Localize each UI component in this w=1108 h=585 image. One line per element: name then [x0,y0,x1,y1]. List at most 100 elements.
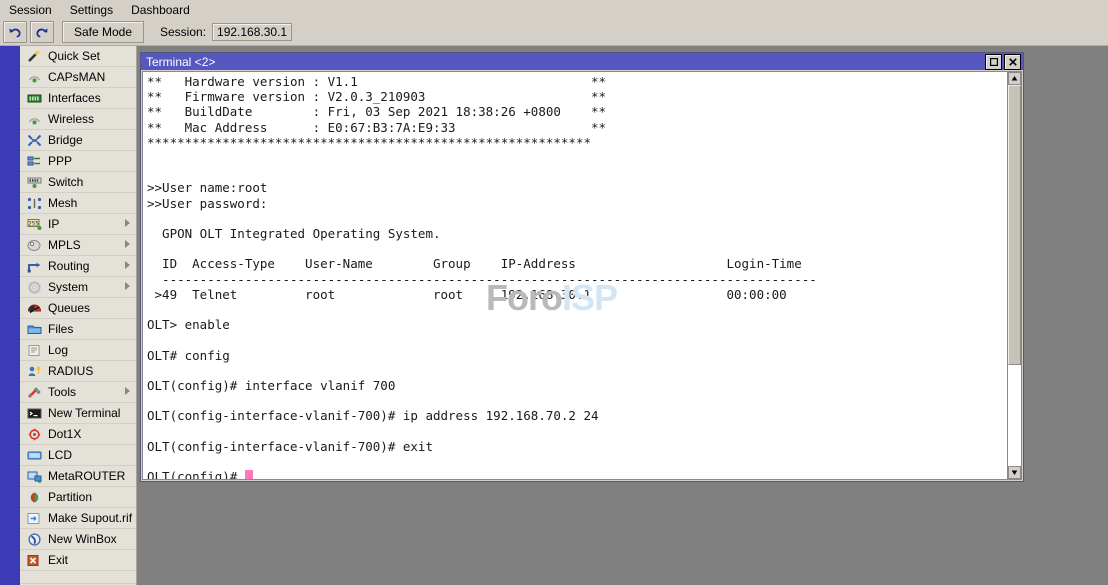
sidebar-item-mpls[interactable]: MPLS [20,235,136,256]
close-icon [1009,58,1017,66]
session-address-field[interactable]: 192.168.30.1 [212,23,292,41]
winbox-icon [27,533,42,546]
scroll-up-button[interactable] [1008,72,1021,85]
supout-icon [27,512,42,525]
sidebar-item-routing[interactable]: Routing [20,256,136,277]
maximize-icon [990,58,998,66]
sidebar-item-label: Queues [48,301,90,315]
terminal-icon [26,406,42,420]
switch-icon [27,176,42,189]
sidebar-menu: Quick Set CAPsMAN Interfaces WirelessBridge… [20,46,137,585]
terminal-output-area[interactable]: ** Hardware version : V1.1 ** ** Firmwar… [142,71,1008,480]
metarouter-icon [26,469,42,483]
sidebar-item-radius[interactable]: RADIUS [20,361,136,382]
sidebar-item-label: RADIUS [48,364,93,378]
sidebar-item-exit[interactable]: Exit [20,550,136,571]
sidebar-item-label: Partition [48,490,92,504]
sidebar-item-wireless[interactable]: Wireless [20,109,136,130]
terminal-window: Terminal <2> ** Hardware version : V1.1 … [140,52,1024,482]
menu-item-session[interactable]: Session [0,1,61,19]
scroll-down-button[interactable] [1008,466,1021,479]
sidebar-item-queues[interactable]: Queues [20,298,136,319]
radius-user-icon [26,364,42,378]
scrollbar-thumb[interactable] [1008,85,1021,365]
terminal-vertical-scrollbar[interactable] [1007,71,1022,480]
sidebar-item-label: Exit [48,553,68,567]
sidebar-item-new-winbox[interactable]: New WinBox [20,529,136,550]
interfaces-icon [27,92,42,105]
sidebar-item-label: Log [48,343,68,357]
sidebar-item-label: Interfaces [48,91,101,105]
lcd-icon [27,449,42,462]
supout-icon [26,511,42,525]
sidebar-item-label: Files [48,322,73,336]
toolbar: Safe Mode Session: 192.168.30.1 [0,19,1108,46]
sidebar-item-system[interactable]: System [20,277,136,298]
sidebar-item-bridge[interactable]: Bridge [20,130,136,151]
terminal-title-text: Terminal <2> [146,55,215,69]
sidebar-item-label: Quick Set [48,49,100,63]
bridge-icon [27,134,42,147]
magic-wand-icon [26,49,42,63]
maximize-button[interactable] [985,54,1002,70]
antenna-icon [27,71,42,84]
sidebar-item-label: System [48,280,88,294]
dot1x-icon [27,428,42,441]
sidebar-item-label: PPP [48,154,72,168]
close-button[interactable] [1004,54,1021,70]
sidebar-item-lcd[interactable]: LCD [20,445,136,466]
sidebar-item-switch[interactable]: Switch [20,172,136,193]
sidebar-item-make-supout-rif[interactable]: Make Supout.rif [20,508,136,529]
queues-icon [27,302,42,315]
sidebar-item-files[interactable]: Files [20,319,136,340]
undo-button[interactable] [3,21,27,43]
exit-icon [26,553,42,567]
sidebar-item-label: MPLS [48,238,81,252]
sidebar-item-label: New WinBox [48,532,117,546]
folder-icon [27,323,42,336]
tools-icon [27,386,42,399]
redo-arrow-icon [35,26,49,39]
sidebar-item-log[interactable]: Log [20,340,136,361]
menu-item-settings[interactable]: Settings [61,1,122,19]
redo-button[interactable] [30,21,54,43]
sidebar-item-new-terminal[interactable]: New Terminal [20,403,136,424]
sidebar-item-label: Dot1X [48,427,81,441]
ppp-icon [27,155,42,168]
ppp-icon [26,154,42,168]
sidebar-item-partition[interactable]: Partition [20,487,136,508]
terminal-text: ** Hardware version : V1.1 ** ** Firmwar… [147,74,817,480]
menu-bar: Session Settings Dashboard [0,0,1108,19]
ip-255-icon: 255 [26,217,42,231]
winbox-icon [26,532,42,546]
log-icon [27,344,42,357]
exit-icon [27,554,42,567]
safe-mode-button[interactable]: Safe Mode [62,21,144,43]
antenna-icon [26,70,42,84]
sidebar-item-mesh[interactable]: Mesh [20,193,136,214]
sidebar-item-quick-set[interactable]: Quick Set [20,46,136,67]
sidebar-item-label: IP [48,217,59,231]
sidebar-item-metarouter[interactable]: MetaROUTER [20,466,136,487]
menu-item-dashboard[interactable]: Dashboard [122,1,199,19]
sidebar-item-ppp[interactable]: PPP [20,151,136,172]
sidebar-item-capsman[interactable]: CAPsMAN [20,67,136,88]
sidebar-item-tools[interactable]: Tools [20,382,136,403]
sidebar-item-label: Routing [48,259,89,273]
queues-icon [26,301,42,315]
sidebar-item-label: MetaROUTER [48,469,125,483]
sidebar-item-dot1x[interactable]: Dot1X [20,424,136,445]
wireless-icon [26,112,42,126]
mesh-icon [27,197,42,210]
window-controls [985,54,1021,70]
undo-arrow-icon [8,26,22,39]
chevron-right-icon [125,387,130,395]
terminal-cursor [245,470,253,480]
sidebar-item-interfaces[interactable]: Interfaces [20,88,136,109]
sidebar-item-ip[interactable]: 255 IP [20,214,136,235]
dot1x-icon [26,427,42,441]
terminal-title-bar[interactable]: Terminal <2> [141,53,1023,70]
wireless-icon [27,113,42,126]
switch-icon [26,175,42,189]
folder-icon [26,322,42,336]
